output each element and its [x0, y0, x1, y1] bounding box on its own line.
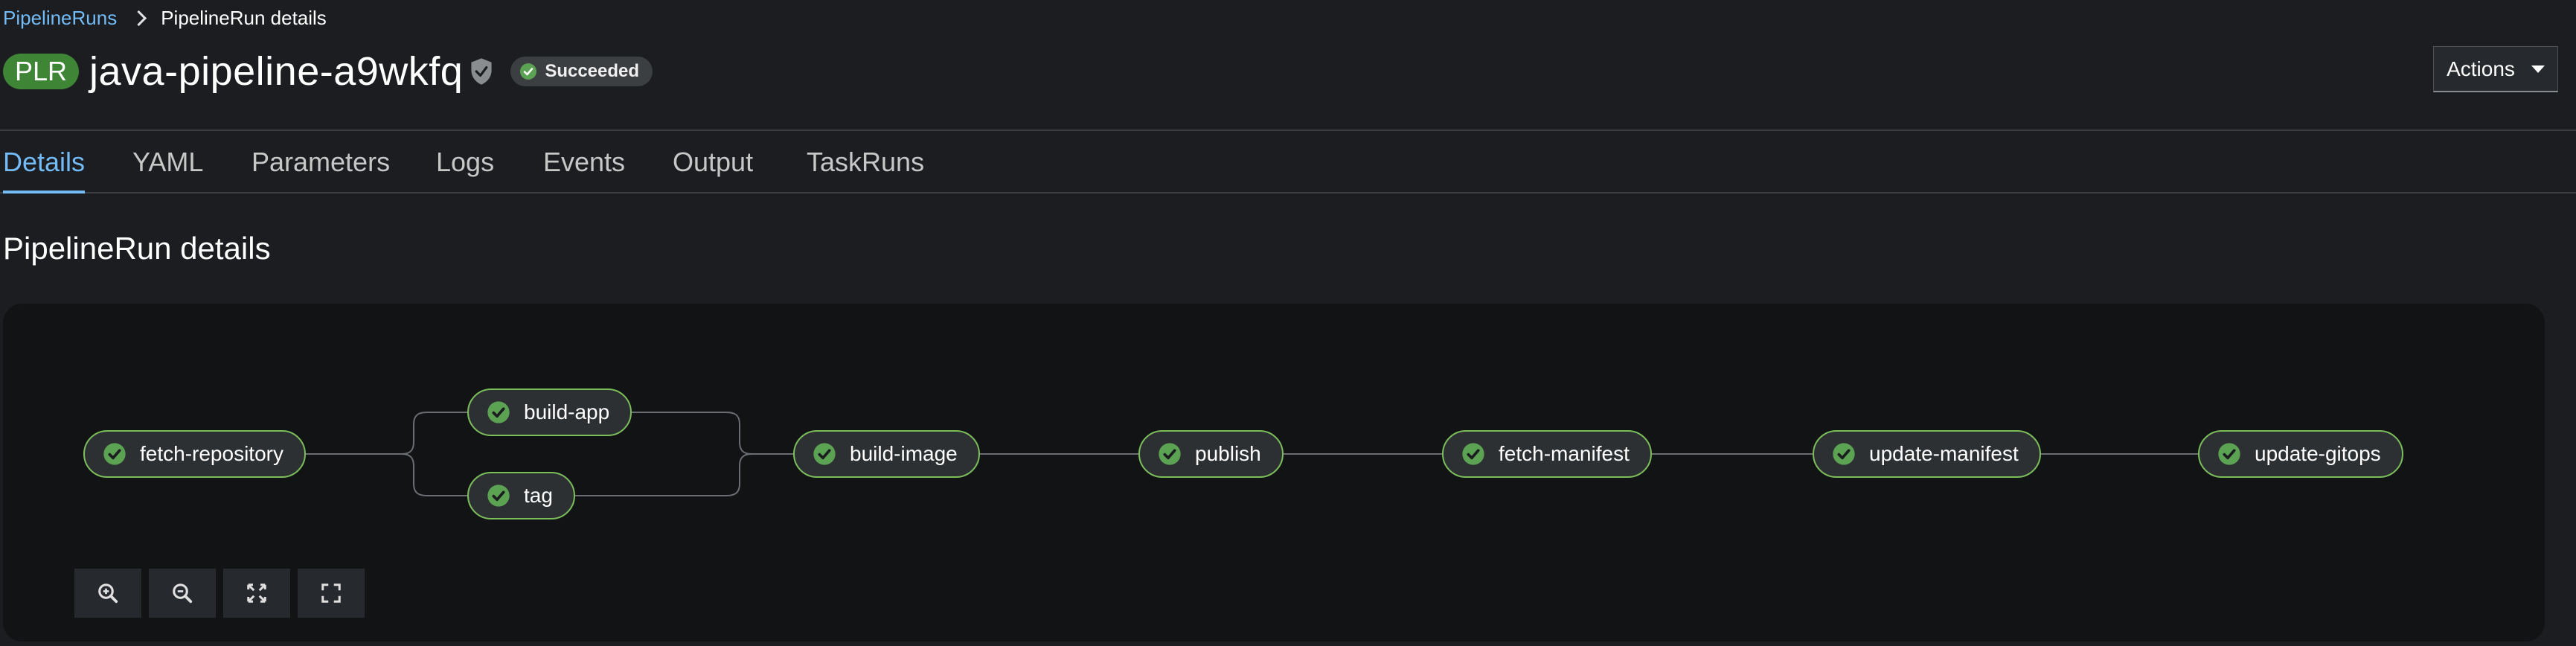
task-node-update-manifest[interactable]: update-manifest — [1813, 430, 2041, 478]
tab-parameters[interactable]: Parameters — [251, 131, 390, 194]
task-node-build-app[interactable]: build-app — [467, 388, 632, 436]
tab-events[interactable]: Events — [543, 131, 625, 194]
page-header: PLR java-pipeline-a9wkfq Succeeded — [3, 45, 653, 98]
task-name: tag — [524, 484, 553, 507]
status-label: Succeeded — [545, 61, 640, 81]
task-name: build-image — [850, 442, 958, 465]
expand-icon — [321, 583, 341, 603]
tab-bar: Details YAML Parameters Logs Events Outp… — [0, 129, 2576, 194]
check-circle-icon — [520, 63, 537, 80]
tab-logs[interactable]: Logs — [436, 131, 494, 194]
resource-type-badge: PLR — [3, 54, 80, 89]
tab-output[interactable]: Output — [673, 131, 753, 194]
tab-yaml[interactable]: YAML — [132, 131, 203, 194]
caret-down-icon — [2531, 65, 2545, 73]
zoom-in-icon — [98, 583, 118, 604]
task-node-tag[interactable]: tag — [467, 472, 575, 519]
check-circle-icon — [103, 443, 126, 465]
tab-taskruns[interactable]: TaskRuns — [807, 131, 924, 194]
task-node-fetch-manifest[interactable]: fetch-manifest — [1442, 430, 1652, 478]
breadcrumb-pipelineruns-link[interactable]: PipelineRuns — [3, 7, 117, 30]
check-circle-icon — [813, 443, 836, 465]
actions-label: Actions — [2447, 57, 2515, 80]
actions-dropdown[interactable]: Actions — [2433, 46, 2558, 92]
status-badge: Succeeded — [510, 57, 653, 86]
task-name: publish — [1195, 442, 1261, 465]
task-name: update-manifest — [1869, 442, 2019, 465]
task-name: fetch-repository — [140, 442, 283, 465]
breadcrumb: PipelineRuns PipelineRun details — [3, 4, 327, 31]
tab-details[interactable]: Details — [3, 131, 86, 194]
fit-to-screen-button[interactable] — [223, 569, 290, 618]
pipeline-topology-canvas[interactable]: fetch-repository build-app tag build-ima… — [3, 304, 2545, 642]
task-node-build-image[interactable]: build-image — [793, 430, 980, 478]
check-circle-icon — [487, 401, 510, 423]
task-node-fetch-repository[interactable]: fetch-repository — [83, 430, 306, 478]
check-circle-icon — [1159, 443, 1181, 465]
task-name: build-app — [524, 400, 610, 423]
chevron-right-icon — [131, 10, 147, 26]
task-node-publish[interactable]: publish — [1138, 430, 1284, 478]
breadcrumb-current: PipelineRun details — [161, 6, 327, 29]
zoom-in-button[interactable] — [74, 569, 141, 618]
check-circle-icon — [487, 485, 510, 507]
zoom-out-button[interactable] — [149, 569, 216, 618]
expand-button[interactable] — [298, 569, 365, 618]
task-node-update-gitops[interactable]: update-gitops — [2198, 430, 2403, 478]
section-title: PipelineRun details — [3, 231, 271, 266]
shield-icon — [471, 58, 492, 85]
task-name: fetch-manifest — [1499, 442, 1630, 465]
fit-to-screen-icon — [247, 583, 266, 603]
check-circle-icon — [1462, 443, 1484, 465]
task-name: update-gitops — [2255, 442, 2381, 465]
zoom-out-icon — [173, 583, 193, 604]
page-title: java-pipeline-a9wkfq — [89, 49, 464, 94]
check-circle-icon — [2218, 443, 2240, 465]
check-circle-icon — [1833, 443, 1855, 465]
